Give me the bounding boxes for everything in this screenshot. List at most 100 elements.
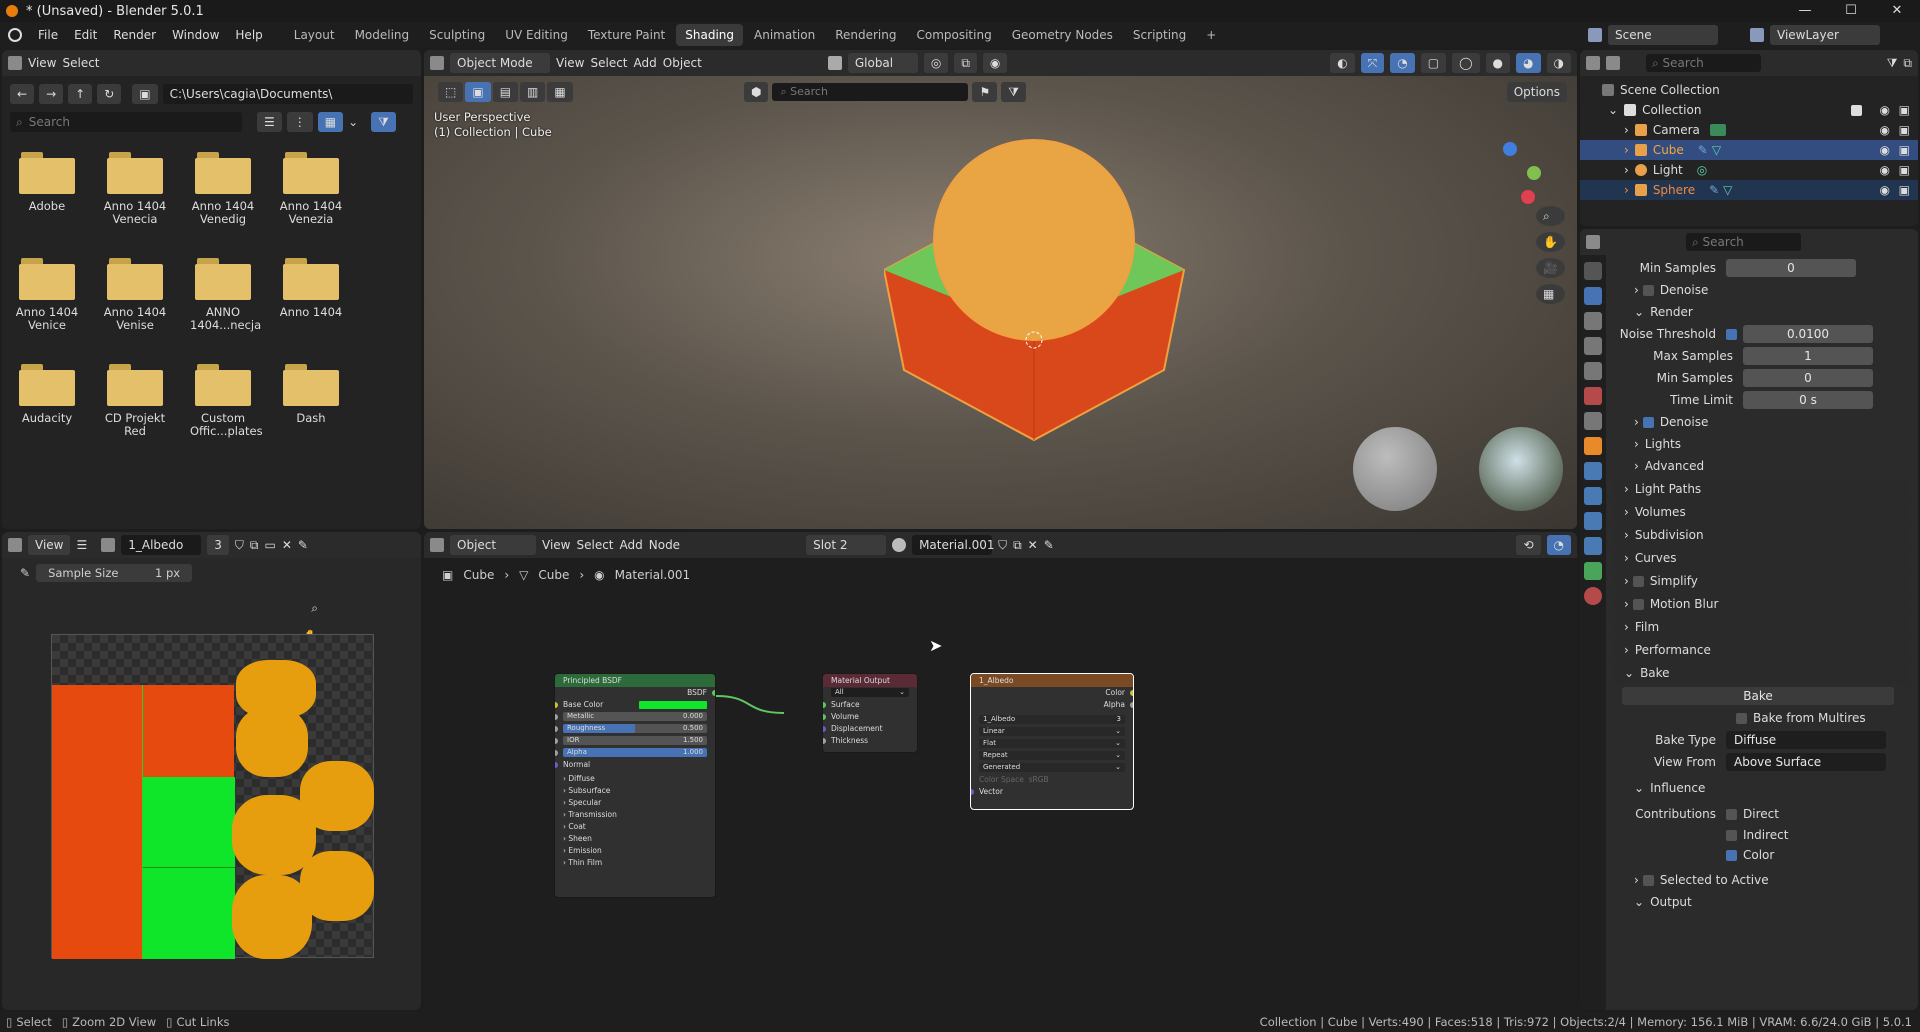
- scene-selector[interactable]: Scene: [1608, 25, 1718, 45]
- search-input[interactable]: Search: [29, 115, 70, 129]
- menu-render[interactable]: Render: [105, 22, 164, 48]
- noise-threshold-checkbox[interactable]: [1726, 328, 1737, 340]
- outliner-item-camera[interactable]: › Camera ◉ ▣: [1580, 120, 1918, 140]
- vector-input-socket[interactable]: [971, 789, 974, 795]
- light-paths-panel[interactable]: › Light Paths: [1614, 478, 1910, 500]
- outliner-search-input[interactable]: Search: [1663, 56, 1704, 70]
- panel-thin-film[interactable]: › Thin Film: [555, 857, 715, 869]
- menu-view[interactable]: View: [556, 56, 584, 70]
- simplify-checkbox[interactable]: [1632, 575, 1644, 587]
- select-mode-new-icon[interactable]: ▣: [465, 82, 491, 102]
- tab-modeling[interactable]: Modeling: [346, 24, 419, 46]
- exclude-checkbox[interactable]: [1851, 104, 1862, 116]
- editor-type-icon[interactable]: [8, 538, 22, 552]
- selected-to-active-subpanel[interactable]: › Selected to Active: [1610, 869, 1914, 891]
- noise-threshold-field[interactable]: 0.0100: [1743, 325, 1873, 343]
- y-axis-icon[interactable]: [1527, 166, 1541, 180]
- select-mode-extend-icon[interactable]: ▤: [492, 82, 519, 102]
- menu-add[interactable]: Add: [634, 56, 657, 70]
- denoise-enabled-checkbox[interactable]: [1642, 416, 1654, 428]
- alpha-output-socket[interactable]: [1130, 702, 1133, 708]
- options-dropdown[interactable]: Options: [1506, 82, 1567, 102]
- pin-icon[interactable]: ✎: [298, 538, 308, 552]
- folder-item[interactable]: CD Projekt Red: [102, 362, 168, 438]
- open-image-icon[interactable]: ▭: [264, 538, 275, 552]
- sphere-object[interactable]: [933, 139, 1135, 341]
- motion-blur-panel[interactable]: › Motion Blur: [1614, 593, 1910, 615]
- scene-tab-icon[interactable]: [1584, 362, 1602, 380]
- bake-panel[interactable]: ⌄ Bake: [1614, 662, 1910, 684]
- gizmo-toggle-button[interactable]: ⤧: [1360, 53, 1385, 73]
- material-tab-icon[interactable]: [1584, 587, 1602, 605]
- camera-view-icon[interactable]: 🎥: [1536, 258, 1565, 278]
- pivot-point-button[interactable]: ◎: [923, 53, 949, 73]
- bsdf-to-surface-link[interactable]: [715, 695, 785, 714]
- pan-hand-icon[interactable]: ✋: [1536, 232, 1565, 252]
- menu-select[interactable]: Select: [590, 56, 627, 70]
- panel-specular[interactable]: › Specular: [555, 797, 715, 809]
- data-tab-icon[interactable]: [1584, 562, 1602, 580]
- add-workspace-button[interactable]: +: [1197, 24, 1225, 46]
- new-folder-button[interactable]: ▣: [132, 84, 158, 104]
- refresh-button[interactable]: ↻: [97, 84, 122, 104]
- outliner-item-light[interactable]: › Light ◎ ◉ ▣: [1580, 160, 1918, 180]
- select-mode-invert-icon[interactable]: ▦: [547, 82, 573, 102]
- shading-solid-button[interactable]: ●: [1485, 53, 1511, 73]
- display-mode-icon[interactable]: [1606, 56, 1620, 70]
- image-name-field[interactable]: 1_Albedo: [121, 535, 202, 555]
- panel-transmission[interactable]: › Transmission: [555, 809, 715, 821]
- tab-uv-editing[interactable]: UV Editing: [496, 24, 577, 46]
- color-output-socket[interactable]: [1130, 690, 1133, 696]
- material-output-node[interactable]: Material Output All ⌄ Surface Volume Disp…: [822, 673, 918, 753]
- menu-edit[interactable]: Edit: [66, 22, 105, 48]
- extension-selector[interactable]: Repeat ⌄: [979, 751, 1125, 760]
- proportional-edit-button[interactable]: ◉: [982, 53, 1008, 73]
- menu-select[interactable]: Select: [62, 56, 99, 70]
- shading-rendered-button[interactable]: ◑: [1546, 53, 1571, 73]
- output-subpanel-header[interactable]: ⌄ Output: [1610, 891, 1914, 913]
- tab-sculpting[interactable]: Sculpting: [420, 24, 494, 46]
- editor-type-icon[interactable]: [1586, 235, 1600, 249]
- source-selector[interactable]: Generated ⌄: [979, 763, 1125, 772]
- folder-item[interactable]: Adobe: [14, 150, 80, 226]
- panel-subsurface[interactable]: › Subsurface: [555, 785, 715, 797]
- influence-subpanel-header[interactable]: ⌄ Influence: [1610, 777, 1914, 799]
- new-image-icon[interactable]: ⧉: [250, 538, 259, 553]
- filter-icon[interactable]: ⧩: [1887, 56, 1898, 71]
- filter-button[interactable]: ⧩: [371, 112, 396, 132]
- view-options-icon[interactable]: ⌄: [348, 115, 358, 129]
- folder-item[interactable]: Anno 1404 Venedig: [190, 150, 256, 226]
- object-type-filter-icon[interactable]: ⬢: [744, 82, 769, 102]
- principled-bsdf-node[interactable]: Principled BSDF BSDF Base Color Metallic…: [554, 673, 716, 898]
- projection-selector[interactable]: Flat ⌄: [979, 739, 1125, 748]
- min-samples-top-field[interactable]: 0: [1726, 259, 1856, 277]
- render-camera-icon[interactable]: ▣: [1899, 163, 1910, 177]
- lights-subpanel-header[interactable]: › Lights: [1610, 433, 1914, 455]
- baked-image-canvas[interactable]: [51, 634, 374, 959]
- min-samples-field[interactable]: 0: [1743, 369, 1873, 387]
- eye-icon[interactable]: ◉: [1880, 123, 1890, 137]
- path-field[interactable]: C:\Users\cagia\Documents\: [162, 84, 413, 104]
- sample-tool-icon[interactable]: ✎: [20, 566, 30, 580]
- denoise-subpanel-header[interactable]: › Denoise: [1610, 411, 1914, 433]
- menu-icon[interactable]: ☰: [76, 538, 87, 552]
- world-tab-icon[interactable]: [1584, 387, 1602, 405]
- overlay-toggle-button[interactable]: ◔: [1390, 53, 1415, 73]
- subdivision-panel[interactable]: › Subdivision: [1614, 524, 1910, 546]
- performance-panel[interactable]: › Performance: [1614, 639, 1910, 661]
- menu-view[interactable]: View: [28, 56, 56, 70]
- indirect-checkbox[interactable]: [1726, 829, 1737, 841]
- render-camera-icon[interactable]: ▣: [1899, 103, 1910, 117]
- motion-blur-checkbox[interactable]: [1632, 598, 1644, 610]
- orientation-selector[interactable]: Global: [847, 53, 918, 73]
- node-editor-area[interactable]: Object View Select Add Node Slot 2 Mater…: [424, 532, 1577, 1010]
- panel-diffuse[interactable]: › Diffuse: [555, 773, 715, 785]
- tab-layout[interactable]: Layout: [285, 24, 344, 46]
- bsdf-output-socket[interactable]: [712, 690, 715, 696]
- folder-item[interactable]: Anno 1404 Venezia: [278, 150, 344, 226]
- list-view-button[interactable]: ☰: [257, 112, 282, 132]
- tab-compositing[interactable]: Compositing: [907, 24, 1000, 46]
- render-camera-icon[interactable]: ▣: [1899, 183, 1910, 197]
- outliner-scene-collection[interactable]: Scene Collection: [1580, 80, 1918, 100]
- bake-type-dropdown[interactable]: Diffuse: [1726, 731, 1886, 749]
